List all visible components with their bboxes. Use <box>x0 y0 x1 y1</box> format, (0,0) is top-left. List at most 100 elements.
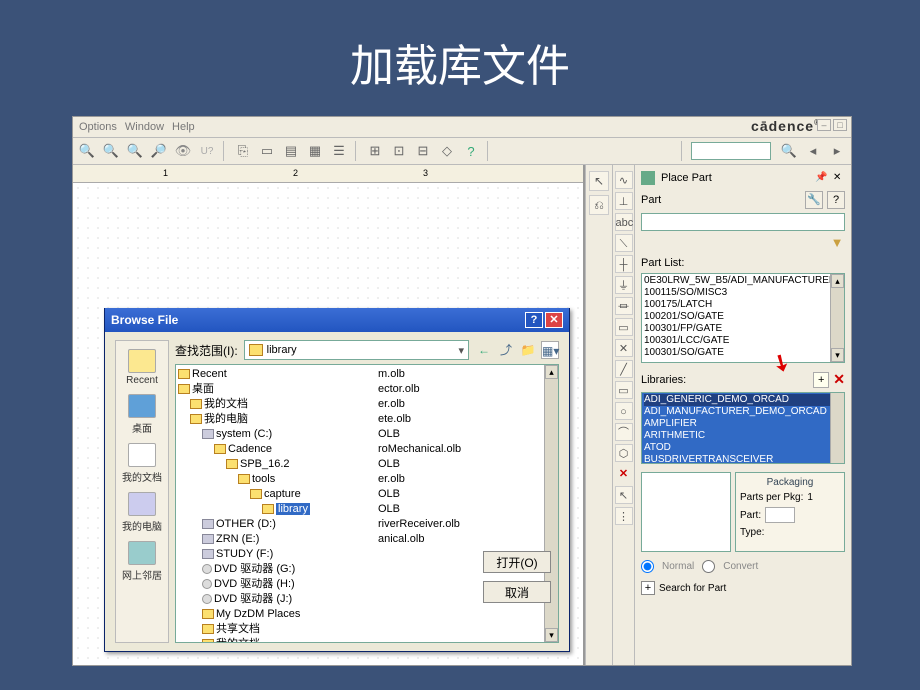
tool-icon[interactable]: ☰ <box>329 141 349 161</box>
tree-item[interactable]: ZRN (E:) <box>216 533 259 545</box>
part-list-item[interactable]: 100301/FP/GATE <box>644 323 842 335</box>
close-panel-icon[interactable]: ✕ <box>833 172 845 184</box>
places-network[interactable]: 网上邻居 <box>122 541 162 582</box>
tree-item[interactable]: 我的文档 <box>204 398 248 410</box>
library-item[interactable]: AMPLIFIER <box>644 418 842 430</box>
tree-item[interactable]: Recent <box>192 368 227 380</box>
cursor-icon[interactable]: ↖ <box>615 486 633 504</box>
up-icon[interactable]: ⤴ <box>497 341 515 359</box>
text-icon[interactable]: abc <box>615 213 633 231</box>
tree-item[interactable]: STUDY (F:) <box>216 548 273 560</box>
tree-item[interactable]: DVD 驱动器 (H:) <box>214 578 295 590</box>
view-icon[interactable]: 👁 <box>173 141 193 161</box>
file-item[interactable]: roMechanical.olb <box>378 442 554 457</box>
tree-item[interactable]: 桌面 <box>192 383 214 395</box>
add-library-button[interactable]: + <box>813 372 829 388</box>
library-item[interactable]: ARITHMETIC <box>644 430 842 442</box>
back-icon[interactable]: ← <box>475 341 493 359</box>
tool-icon[interactable]: ⊞ <box>365 141 385 161</box>
u7-button[interactable]: U? <box>197 141 217 161</box>
net-icon[interactable]: ⊥ <box>615 192 633 210</box>
tree-item[interactable]: tools <box>252 473 275 485</box>
part-input[interactable] <box>641 213 845 231</box>
scroll-down-icon[interactable]: ▾ <box>831 348 844 362</box>
part-list-item[interactable]: 100301/LCC/GATE <box>644 335 842 347</box>
convert-radio[interactable] <box>702 560 715 573</box>
normal-radio[interactable] <box>641 560 654 573</box>
maximize-button[interactable]: □ <box>833 119 847 131</box>
filter-icon[interactable]: ▼ <box>829 235 845 251</box>
zoom-out-icon[interactable]: 🔍 <box>101 141 121 161</box>
tree-item[interactable]: Cadence <box>228 443 272 455</box>
cancel-button[interactable]: 取消 <box>483 581 551 603</box>
file-item[interactable]: ete.olb <box>378 412 554 427</box>
tree-item-selected[interactable]: library <box>276 503 310 515</box>
part-icon-btn[interactable]: 🔧 <box>805 191 823 209</box>
circle-icon[interactable]: ○ <box>615 402 633 420</box>
dropdown-icon[interactable]: ▾ <box>458 344 464 357</box>
scroll-down-icon[interactable]: ▾ <box>545 628 558 642</box>
file-item[interactable]: OLB <box>378 487 554 502</box>
zoom-icon[interactable]: 🔍 <box>77 141 97 161</box>
noconnect-icon[interactable]: ✕ <box>615 339 633 357</box>
file-item[interactable]: OLB <box>378 427 554 442</box>
dialog-help-button[interactable]: ? <box>525 312 543 328</box>
help-icon[interactable]: ? <box>461 141 481 161</box>
zoom-region-icon[interactable]: 🔎 <box>149 141 169 161</box>
dialog-close-button[interactable]: ✕ <box>545 312 563 328</box>
places-recent[interactable]: Recent <box>126 349 158 386</box>
look-in-combo[interactable]: library ▾ <box>244 340 469 360</box>
junction-icon[interactable]: ┼ <box>615 255 633 273</box>
tool-icon[interactable]: ⊟ <box>413 141 433 161</box>
search-combo[interactable] <box>691 142 771 160</box>
wire-icon[interactable]: ∿ <box>615 171 633 189</box>
file-item[interactable]: riverReceiver.olb <box>378 517 554 532</box>
scroll-up-icon[interactable]: ▴ <box>831 274 844 288</box>
pin-icon[interactable]: 📌 <box>815 172 827 184</box>
minimize-button[interactable]: – <box>817 119 831 131</box>
tree-item[interactable]: 我的电脑 <box>204 413 248 425</box>
part-pkg-select[interactable] <box>765 507 795 523</box>
tool-icon[interactable]: ▭ <box>257 141 277 161</box>
file-item[interactable]: OLB <box>378 457 554 472</box>
part-help-btn[interactable]: ? <box>827 191 845 209</box>
places-mycomputer[interactable]: 我的电脑 <box>122 492 162 533</box>
menu-window[interactable]: Window <box>125 121 164 133</box>
libraries-list[interactable]: ADI_GENERIC_DEMO_ORCAD ADI_MANUFACTURER_… <box>641 392 845 464</box>
part-list-item[interactable]: 100301/SO/GATE <box>644 347 842 359</box>
open-button[interactable]: 打开(O) <box>483 551 551 573</box>
cursor-icon[interactable]: ↖ <box>589 171 609 191</box>
part-list-scrollbar[interactable]: ▴ ▾ <box>830 274 844 362</box>
tool-icon[interactable]: ⊡ <box>389 141 409 161</box>
file-item[interactable]: ector.olb <box>378 382 554 397</box>
menu-help[interactable]: Help <box>172 121 195 133</box>
tool-icon[interactable]: ▦ <box>305 141 325 161</box>
new-folder-icon[interactable]: 📁 <box>519 341 537 359</box>
file-item[interactable]: er.olb <box>378 397 554 412</box>
library-item[interactable]: BUSDRIVERTRANSCEIVER <box>644 454 842 464</box>
file-item[interactable]: anical.olb <box>378 532 554 547</box>
nav-right-icon[interactable]: ▸ <box>827 141 847 161</box>
tree-item[interactable]: My DzDM Places <box>216 608 300 620</box>
places-mydoc[interactable]: 我的文档 <box>122 443 162 484</box>
place-part-icon[interactable]: ⎌ <box>589 195 609 215</box>
line-icon[interactable]: ╱ <box>615 360 633 378</box>
places-desktop[interactable]: 桌面 <box>128 394 156 435</box>
library-item[interactable]: ADI_MANUFACTURER_DEMO_ORCAD <box>644 406 842 418</box>
delete-icon[interactable]: ✕ <box>615 465 633 483</box>
expand-search-button[interactable]: + <box>641 581 655 595</box>
tool-icon[interactable]: ▤ <box>281 141 301 161</box>
library-item[interactable]: ADI_GENERIC_DEMO_ORCAD <box>644 394 842 406</box>
tool-icon[interactable]: ◇ <box>437 141 457 161</box>
tree-item[interactable]: OTHER (D:) <box>216 518 276 530</box>
menu-options[interactable]: Options <box>79 121 117 133</box>
bus-icon[interactable]: ⟍ <box>615 234 633 252</box>
poly-icon[interactable]: ⬡ <box>615 444 633 462</box>
remove-library-button[interactable]: ✕ <box>833 371 845 388</box>
ground-icon[interactable]: ⏛ <box>615 297 633 315</box>
part-list-item[interactable]: 0E30LRW_5W_B5/ADI_MANUFACTURER_ <box>644 275 842 287</box>
tree-item[interactable]: DVD 驱动器 (J:) <box>214 593 292 605</box>
library-item[interactable]: ATOD <box>644 442 842 454</box>
part-list-item[interactable]: 100201/SO/GATE <box>644 311 842 323</box>
file-item[interactable]: m.olb <box>378 367 554 382</box>
